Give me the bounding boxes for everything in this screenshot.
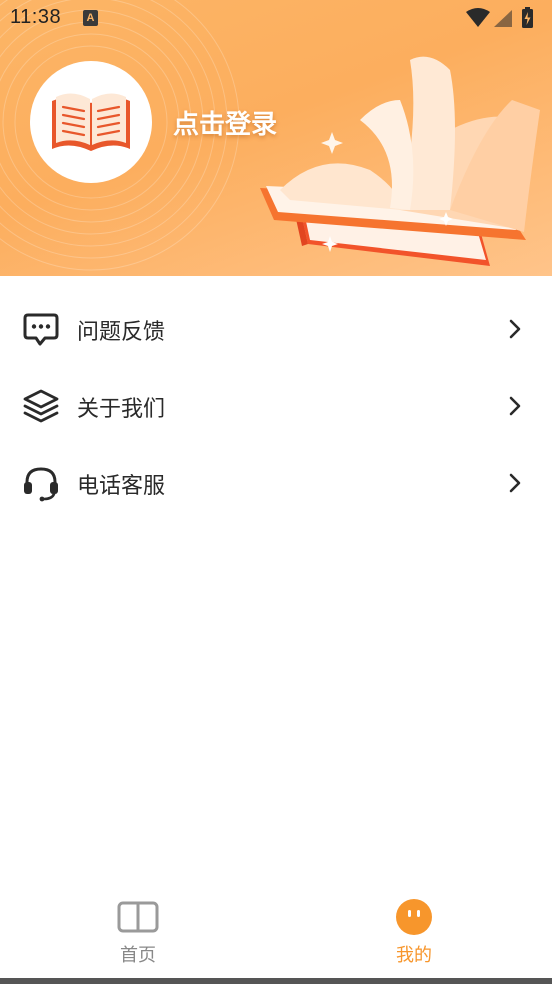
tab-home[interactable]: 首页 (0, 886, 276, 978)
menu-item-customer-service[interactable]: 电话客服 (0, 444, 552, 521)
menu-item-label: 电话客服 (77, 474, 166, 499)
menu-item-about[interactable]: 关于我们 (0, 367, 552, 444)
tab-mine[interactable]: 我的 (276, 886, 552, 978)
layers-icon (23, 389, 59, 423)
battery-charging-icon (522, 7, 533, 28)
book-outline-icon (117, 901, 159, 933)
books-illustration (260, 56, 540, 266)
menu-list: 问题反馈 关于我们 电话客服 (0, 290, 552, 521)
status-bar: 11:38 A (0, 0, 552, 36)
status-icons (466, 7, 533, 28)
tab-label: 首页 (120, 945, 156, 966)
smiley-icon (396, 899, 432, 935)
menu-item-feedback[interactable]: 问题反馈 (0, 290, 552, 367)
open-book-icon (52, 93, 130, 151)
menu-item-label: 关于我们 (77, 397, 166, 422)
a-notification-icon: A (83, 10, 98, 26)
chevron-right-icon (509, 473, 521, 493)
avatar[interactable] (30, 61, 152, 183)
wifi-icon (466, 8, 490, 27)
signal-icon (494, 10, 512, 27)
bottom-nav: 首页 我的 (0, 886, 552, 984)
chevron-right-icon (509, 396, 521, 416)
system-nav-bar (0, 978, 552, 984)
message-dots-icon (23, 313, 59, 346)
headset-icon (24, 467, 58, 502)
header-banner: 11:38 A 点击登录 (0, 0, 552, 276)
tab-label: 我的 (396, 945, 432, 966)
menu-item-label: 问题反馈 (77, 320, 166, 345)
chevron-right-icon (509, 319, 521, 339)
status-time: 11:38 (10, 6, 62, 28)
